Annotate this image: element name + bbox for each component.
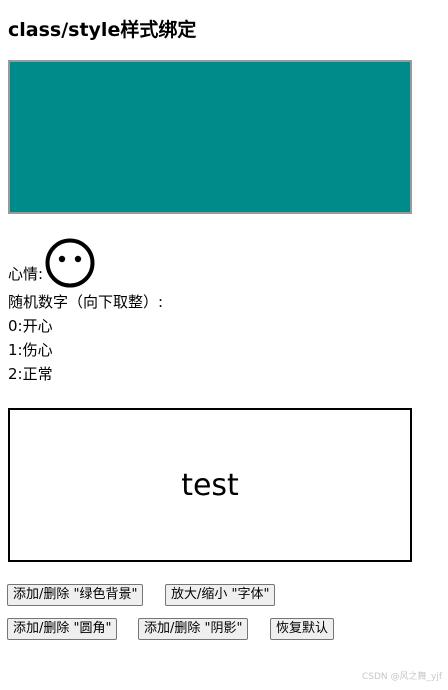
test-box: test <box>8 408 412 562</box>
neutral-face-icon <box>45 238 95 288</box>
state-item-normal: 2:正常 <box>8 365 53 383</box>
state-item-sad: 1:伤心 <box>8 341 53 359</box>
toggle-green-background-button[interactable]: 添加/删除 "绿色背景" <box>7 584 144 606</box>
state-item-happy: 0:开心 <box>8 317 53 335</box>
page: class/style样式绑定 心情: 随机数字（向下取整）: 0:开心 1:伤… <box>0 0 448 690</box>
random-number-label: 随机数字（向下取整）: <box>8 293 164 311</box>
styled-color-box <box>8 60 412 214</box>
info-block: 随机数字（向下取整）: 0:开心 1:伤心 2:正常 <box>8 290 163 386</box>
page-title: class/style样式绑定 <box>8 19 197 41</box>
reset-default-button[interactable]: 恢复默认 <box>270 618 335 640</box>
test-box-text: test <box>181 467 239 503</box>
zoom-font-button[interactable]: 放大/缩小 "字体" <box>165 584 276 606</box>
watermark: CSDN @风之舞_yjf <box>361 672 442 682</box>
mood-label: 心情: <box>8 265 44 283</box>
mood-row: 心情: <box>8 238 95 288</box>
toggle-shadow-button[interactable]: 添加/删除 "阴影" <box>138 618 249 640</box>
toggle-border-radius-button[interactable]: 添加/删除 "圆角" <box>7 618 118 640</box>
